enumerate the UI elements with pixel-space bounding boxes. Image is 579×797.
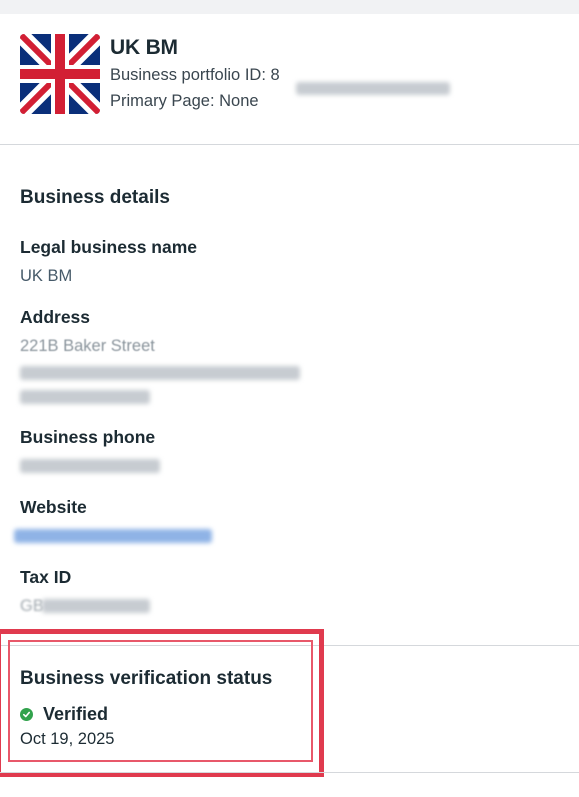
business-details-title: Business details (20, 187, 170, 208)
uk-flag-icon (20, 34, 100, 114)
verification-status-title: Business verification status (20, 668, 273, 689)
business-portfolio-id: Business portfolio ID: 8 (110, 66, 280, 84)
tax-id-prefix: GB (20, 597, 44, 615)
business-header: UK BM Business portfolio ID: 8 Primary P… (0, 14, 579, 144)
redacted-address-line-2 (20, 366, 300, 380)
website-link[interactable] (14, 529, 212, 543)
top-strip (0, 0, 579, 14)
tax-id-label: Tax ID (20, 567, 72, 587)
business-phone-label: Business phone (20, 427, 156, 447)
redacted-phone (20, 459, 160, 473)
verification-status-text: Verified (43, 703, 109, 724)
header-divider (0, 144, 579, 145)
verification-date: Oct 19, 2025 (20, 730, 115, 748)
verification-status-row: Verified (20, 703, 108, 725)
bottom-divider (0, 772, 579, 773)
redacted-tax-id (42, 599, 150, 613)
legal-name-value: UK BM (20, 267, 73, 285)
website-label: Website (20, 497, 87, 517)
business-name: UK BM (110, 36, 178, 59)
redacted-address-line-3 (20, 390, 150, 404)
primary-page: Primary Page: None (110, 92, 259, 110)
legal-name-label: Legal business name (20, 237, 198, 257)
address-line-1: 221B Baker Street (20, 337, 155, 355)
check-circle-icon (20, 707, 33, 721)
redacted-portfolio-id (296, 82, 450, 95)
address-label: Address (20, 307, 91, 327)
